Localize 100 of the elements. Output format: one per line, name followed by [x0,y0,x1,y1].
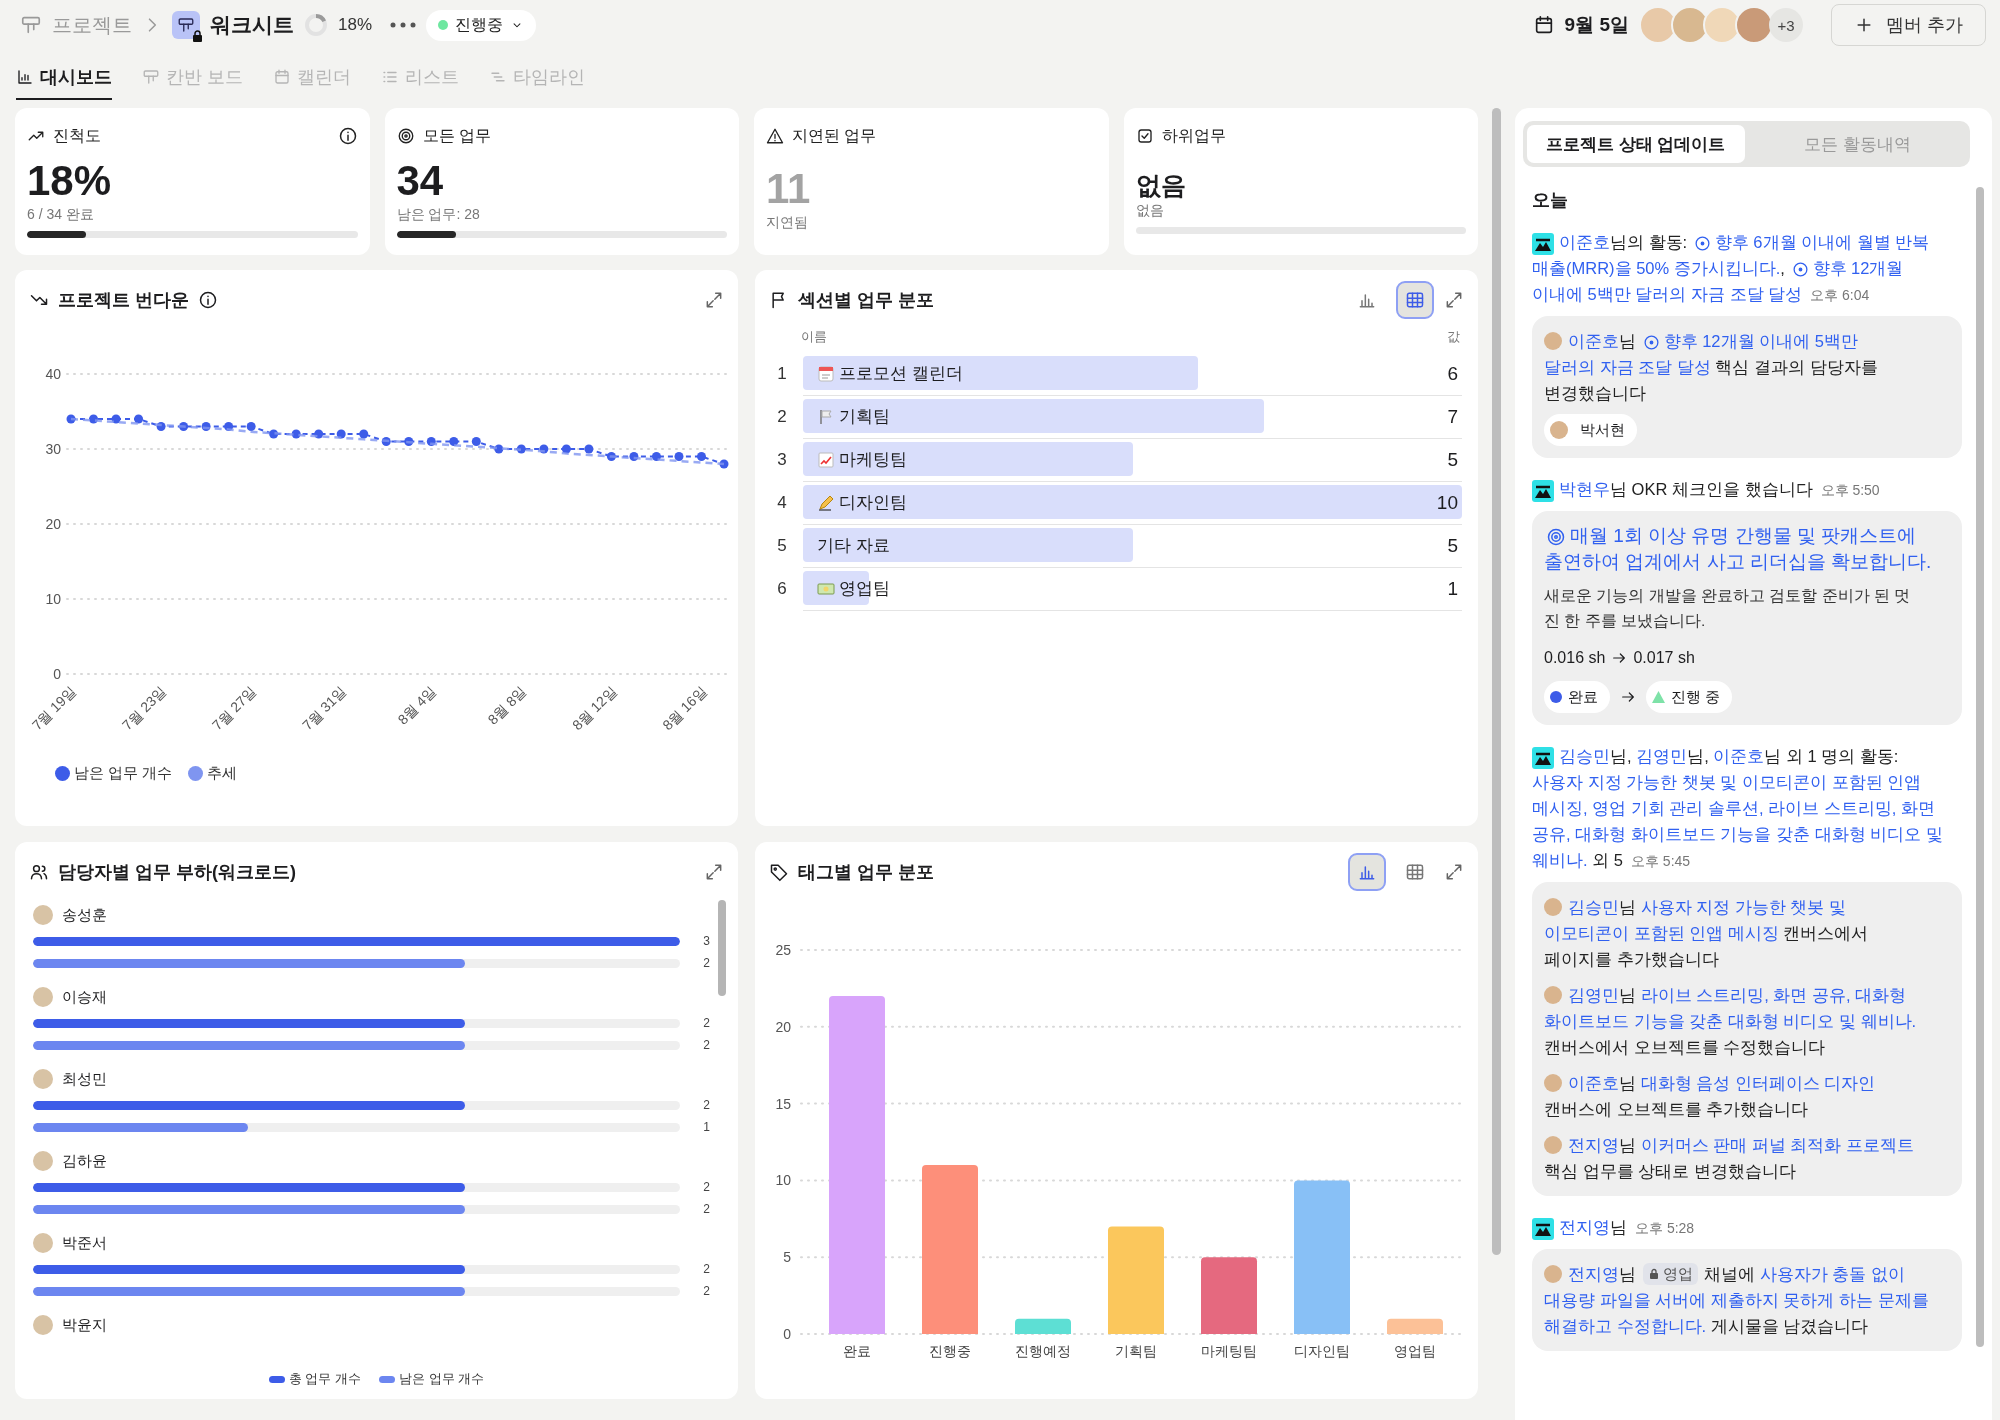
channel-tag[interactable]: 영업 [1642,1263,1698,1285]
expand-icon[interactable] [1444,862,1464,882]
person-name: 김하윤 [62,1151,107,1171]
link[interactable]: 전지영 [1568,1265,1619,1283]
legend-label: 남은 업무 개수 [399,1370,485,1388]
link[interactable]: 사용자 지정 가능한 챗봇 및 이모티콘이 포함된 인앱 [1532,773,1922,791]
activity-text: 김영민 님 라이브 스트리밍, 화면 공유, 대화형 화이트보드 기능을 갖춘 대화형 비디오 및 웨비나. 캔버스에서 오브젝트를 수정했습니다 [1544,985,1918,1058]
expand-icon[interactable] [1444,290,1464,310]
panel-title: 담당자별 업무 부하(워크로드) [58,861,296,884]
link[interactable]: 김승민 [1559,747,1610,765]
axis-label: 15 [775,1095,791,1112]
link[interactable]: 향후 12개월 [1812,259,1904,277]
link[interactable]: 매월 1회 이상 유명 간행물 및 팟캐스트에 [1570,525,1917,546]
link[interactable]: 이모티콘이 포함된 인앱 메시징 [1544,924,1779,942]
link[interactable]: 공유, 대화형 화이트보드 기능을 갖춘 대화형 비디오 및 [1532,825,1943,843]
expand-icon[interactable] [704,290,724,310]
view-tab[interactable]: 대시보드 [16,50,112,100]
section-value: 5 [1447,534,1459,557]
link[interactable]: 박현우 [1559,480,1610,498]
data-point [381,437,391,446]
stat-value: 없음 [1135,170,1187,200]
warning-icon [766,127,784,145]
stat-caption: 6 / 34 완료 [27,206,95,224]
activity-text: 이준호님 향후 12개월 이내에 5백만 달러의 자금 조달 달성 핵심 결과의 담당자를 변경했습니다 [1544,331,1879,404]
axis-label: 기획팀 [1115,1343,1157,1359]
link[interactable]: 이준호 [1559,233,1610,251]
section-value: 6 [1447,362,1459,385]
link[interactable]: 전지영 [1559,1218,1610,1236]
member-count[interactable]: +3 [1769,8,1803,42]
link[interactable]: 이준호 [1568,332,1619,350]
task-count: 2 [702,1284,710,1298]
link[interactable]: 이준호 [1713,747,1765,765]
activity-text: 전지영 님 영업 채널에 사용자가 충돌 없이 대용량 파일을 서버에 제출하지 못하게 하는 문제를 해결하고 수정합니다. 게시물을 남겼습니다 [1544,1262,1930,1337]
axis-label: 0 [783,1326,791,1342]
link[interactable]: 김영민 [1568,986,1619,1004]
stat-value: 34 [396,158,445,204]
assignee-chip[interactable]: 박서현 [1544,414,1637,446]
data-point [201,422,211,431]
avatar-icon [1544,1136,1562,1154]
row-number: 4 [776,493,788,513]
link[interactable]: 이준호 [1568,1074,1619,1092]
axis-label: 20 [45,516,61,532]
task-count: 2 [702,1098,710,1112]
column-header: 값 [1447,328,1460,346]
legend-label: 추세 [207,764,238,783]
scrollbar[interactable] [1976,187,1984,1347]
task-count: 1 [702,1120,710,1134]
link[interactable]: 향후 12개월 이내에 5백만 [1663,332,1858,350]
target-icon [396,127,415,145]
section-value: 10 [1436,491,1459,514]
link[interactable]: 이커머스 판매 퍼널 최적화 프로젝트 [1640,1136,1914,1154]
status-dropdown[interactable]: 진행중 [426,9,537,41]
table-view-button[interactable] [1396,281,1434,319]
link[interactable]: 달러의 자금 조달 달성 [1544,358,1711,376]
data-point [606,452,616,461]
avatar-icon [33,1069,53,1089]
link[interactable]: 화이트보드 기능을 갖춘 대화형 비디오 및 웨비나. [1544,1012,1917,1030]
pen-icon [817,493,835,512]
breadcrumb-link[interactable]: 프로젝트 [52,11,132,39]
target-icon [1546,527,1566,547]
link[interactable]: 사용자 지정 가능한 챗봇 및 [1640,898,1846,916]
chart-icon [817,450,835,469]
data-point [314,429,324,439]
row-number: 6 [776,579,788,599]
more-icon[interactable] [390,21,417,29]
axis-label: 8월 8일 [484,682,530,728]
link[interactable]: 라이브 스트리밍, 화면 [1768,799,1935,817]
link[interactable]: 사용자가 충돌 없이 [1759,1265,1905,1283]
link[interactable]: 해결하고 수정합니다. [1544,1317,1707,1335]
link[interactable]: 대용량 파일을 서버에 제출하지 못하게 하는 문제를 [1544,1291,1929,1309]
link[interactable]: 김영민 [1636,747,1688,765]
stat-title: 모든 업무 [422,125,491,146]
link[interactable]: 웨비나. [1532,851,1588,869]
link[interactable]: 김승민 [1568,898,1619,916]
axis-label: 30 [45,441,61,457]
link[interactable]: 대화형 음성 인터페이스 디자인 [1640,1074,1876,1092]
link[interactable]: 출연하여 업계에서 사고 리더십을 확보합니다. [1544,551,1932,572]
scrollbar[interactable] [718,900,726,996]
link[interactable]: 영업 기회 관리 솔루션, [1592,799,1769,817]
expand-icon[interactable] [704,862,724,882]
data-point [156,422,166,431]
link[interactable]: 라이브 스트리밍, 화면 공유, 대화형 [1640,986,1907,1004]
section-name: 마케팅팀 [839,449,907,471]
info-icon[interactable] [198,290,218,310]
chart-view-button[interactable] [1348,853,1386,891]
info-icon[interactable] [337,126,358,146]
link[interactable]: 향후 6개월 이내에 월별 반복 [1714,233,1930,251]
app-logo-icon [1532,479,1554,502]
axis-label: 0 [53,666,61,682]
stat-caption: 남은 업무: 28 [396,206,481,224]
tag-icon [769,862,789,882]
stat-title: 하위업무 [1161,125,1226,146]
link[interactable]: 전지영 [1568,1136,1619,1154]
link[interactable]: 메시징, [1532,799,1593,817]
link[interactable]: 이내에 5백만 달러의 자금 조달 달성 [1532,285,1803,303]
link[interactable]: 매출(MRR)을 50% 증가시킵니다. [1532,259,1781,277]
panel-tab[interactable]: 프로젝트 상태 업데이트 [1527,125,1745,163]
scrollbar[interactable] [1492,108,1501,1255]
arrow-right-icon [1620,689,1636,705]
add-member-button[interactable]: 멤버 추가 [1831,4,1986,46]
